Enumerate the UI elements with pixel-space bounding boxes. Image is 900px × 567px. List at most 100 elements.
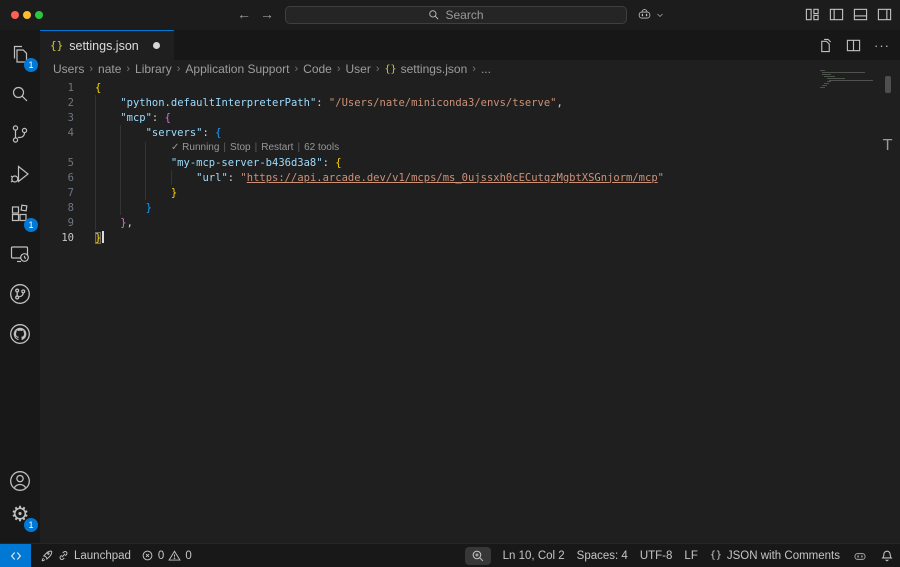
open-changes-icon[interactable] — [818, 38, 833, 53]
customize-layout-icon[interactable] — [805, 7, 820, 22]
indent-guide — [145, 142, 146, 200]
code-token[interactable]: : — [228, 172, 241, 184]
breadcrumb-item[interactable]: User — [346, 62, 371, 76]
code-token[interactable] — [95, 157, 171, 169]
tab-modified-indicator[interactable] — [153, 42, 160, 49]
notifications-bell-icon[interactable] — [880, 549, 894, 563]
launchpad-status-item[interactable]: Launchpad — [35, 544, 136, 567]
sidebar-item-github[interactable] — [6, 320, 34, 348]
breadcrumb-item[interactable]: Application Support — [185, 62, 289, 76]
sidebar-item-github-pull-requests[interactable] — [6, 280, 34, 308]
code-token[interactable]: , — [127, 217, 133, 229]
tab-settings-json[interactable]: {} settings.json — [40, 30, 174, 60]
code-token[interactable]: { — [215, 127, 221, 139]
breadcrumb-item[interactable]: nate — [98, 62, 121, 76]
split-editor-icon[interactable] — [846, 38, 861, 53]
toggle-primary-sidebar-icon[interactable] — [829, 7, 844, 22]
minimap[interactable] — [820, 70, 882, 130]
toggle-panel-icon[interactable] — [853, 7, 868, 22]
close-window-button[interactable] — [11, 11, 19, 19]
command-center-search[interactable]: Search — [285, 6, 627, 24]
remote-indicator[interactable] — [0, 544, 31, 567]
code-token[interactable] — [95, 217, 120, 229]
sidebar-item-explorer[interactable]: 1 — [6, 40, 34, 68]
codelens-separator: | — [251, 142, 262, 153]
settings-gear-button[interactable]: ⚙ 1 — [6, 500, 34, 528]
accounts-button[interactable] — [6, 467, 34, 495]
code-line[interactable]: 6 "url": "https://api.arcade.dev/v1/mcps… — [40, 170, 820, 185]
code-line[interactable]: 7 } — [40, 185, 820, 200]
code-token[interactable] — [95, 112, 120, 124]
eol-status[interactable]: LF — [684, 550, 697, 562]
code-token[interactable]: https://api.arcade.dev/v1/mcps/ms_0ujssx… — [247, 172, 658, 184]
breadcrumb-item[interactable]: Users — [53, 62, 84, 76]
code-token[interactable]: : — [316, 97, 329, 109]
navigate-back-icon[interactable]: ← — [237, 6, 251, 22]
code-token[interactable]: { — [165, 112, 171, 124]
breadcrumb-item[interactable]: ... — [481, 62, 491, 76]
rocket-icon — [40, 549, 53, 562]
code-token[interactable]: "/Users/nate/miniconda3/envs/tserve" — [329, 97, 557, 109]
code-token[interactable]: "mcp" — [120, 112, 152, 124]
breadcrumb-separator-icon: › — [121, 63, 135, 75]
code-line[interactable]: 2 "python.defaultInterpreterPath": "/Use… — [40, 95, 820, 110]
maximize-window-button[interactable] — [35, 11, 43, 19]
sidebar-item-source-control[interactable] — [6, 120, 34, 148]
code-line[interactable]: 3 "mcp": { — [40, 110, 820, 125]
code-token[interactable]: : — [323, 157, 336, 169]
navigate-forward-icon[interactable]: → — [260, 6, 274, 22]
code-token[interactable]: } — [171, 187, 177, 199]
code-line[interactable]: 8 } — [40, 200, 820, 215]
minimize-window-button[interactable] — [23, 11, 31, 19]
code-token[interactable]: : — [152, 112, 165, 124]
sidebar-item-run-debug[interactable] — [6, 160, 34, 188]
breadcrumb-item[interactable]: {}settings.json — [385, 62, 468, 76]
code-editor[interactable]: 1{2 "python.defaultInterpreterPath": "/U… — [40, 78, 820, 245]
code-token[interactable]: "python.defaultInterpreterPath" — [120, 97, 316, 109]
toggle-secondary-sidebar-icon[interactable] — [877, 7, 892, 22]
codelens-action[interactable]: ✓ Running — [171, 142, 219, 153]
sidebar-item-search[interactable] — [6, 80, 34, 108]
sidebar-item-remote-explorer[interactable] — [6, 240, 34, 268]
encoding-status[interactable]: UTF-8 — [640, 550, 673, 562]
code-token[interactable]: : — [202, 127, 215, 139]
language-mode-status[interactable]: {} JSON with Comments — [710, 550, 840, 562]
breadcrumb-item[interactable]: Code — [303, 62, 332, 76]
code-line[interactable]: 10} — [40, 230, 820, 245]
code-token[interactable] — [95, 97, 120, 109]
code-token[interactable]: "servers" — [146, 127, 203, 139]
breadcrumb-item[interactable]: Library — [135, 62, 172, 76]
more-actions-icon[interactable]: ··· — [874, 38, 890, 53]
code-token[interactable]: "my-mcp-server-b436d3a8" — [171, 157, 323, 169]
copilot-menu[interactable] — [636, 6, 664, 23]
braces-icon: {} — [710, 550, 722, 561]
zoom-status-item[interactable] — [465, 547, 491, 565]
code-token[interactable]: { — [335, 157, 341, 169]
text-cursor — [102, 231, 104, 243]
code-token[interactable]: "url" — [196, 172, 228, 184]
codelens-row[interactable]: ✓ Running|Stop|Restart|62 tools — [40, 140, 820, 155]
scrollbar-thumb[interactable] — [885, 76, 891, 93]
code-token[interactable]: } — [95, 232, 101, 244]
code-token[interactable]: " — [658, 172, 664, 184]
code-line[interactable]: 5 "my-mcp-server-b436d3a8": { — [40, 155, 820, 170]
line-number: 10 — [40, 232, 74, 244]
codelens-action[interactable]: 62 tools — [304, 142, 339, 153]
code-token[interactable]: } — [146, 202, 152, 214]
cursor-position-status[interactable]: Ln 10, Col 2 — [503, 550, 565, 562]
copilot-status-icon[interactable] — [852, 548, 868, 564]
indentation-status[interactable]: Spaces: 4 — [577, 550, 628, 562]
tab-label: settings.json — [69, 39, 138, 53]
sidebar-item-extensions[interactable]: 1 — [6, 200, 34, 228]
code-line[interactable]: 1{ — [40, 80, 820, 95]
codelens-action[interactable]: Restart — [261, 142, 293, 153]
code-line[interactable]: 9 }, — [40, 215, 820, 230]
code-token[interactable]: { — [95, 82, 101, 94]
problems-status-item[interactable]: 0 0 — [136, 544, 197, 567]
code-token[interactable] — [95, 187, 171, 199]
remote-icon — [9, 549, 23, 563]
line-number: 6 — [40, 172, 74, 184]
code-line[interactable]: 4 "servers": { — [40, 125, 820, 140]
codelens-action[interactable]: Stop — [230, 142, 251, 153]
code-token[interactable]: , — [557, 97, 563, 109]
